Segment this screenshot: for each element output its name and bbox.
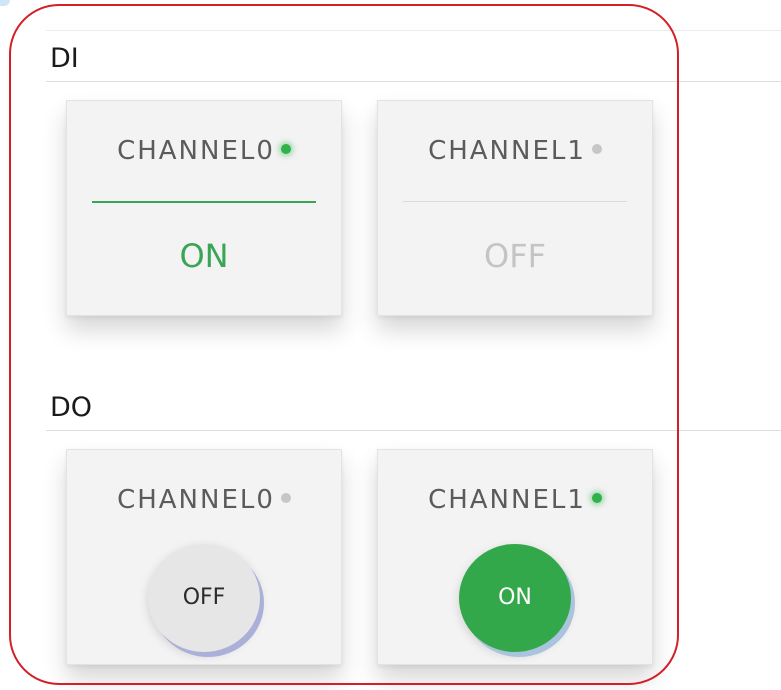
di-channel0-status: ON [179,237,229,275]
do-channel1-card: CHANNEL1 ON [377,449,653,665]
do-section-title: DO [50,392,93,423]
do-channel0-header: CHANNEL0 [67,484,341,516]
di-channel1-card: CHANNEL1 OFF [377,100,653,316]
corner-fragment [0,0,10,6]
do-channel1-indicator-icon [591,492,602,503]
di-divider [46,81,781,82]
do-channel0-card: CHANNEL0 OFF [66,449,342,665]
do-channel0-indicator-icon [280,492,291,503]
do-divider [46,430,781,431]
io-panel: DI CHANNEL0 ON CHANNEL1 OFF DO CHANNEL0 … [0,0,781,690]
do-channel1-label: CHANNEL1 [428,485,586,515]
di-channel0-header: CHANNEL0 [67,135,341,167]
di-channel0-indicator-icon [280,143,291,154]
do-channel1-toggle-button[interactable]: ON [459,544,571,652]
di-section-title: DI [50,43,79,74]
di-channel1-indicator-icon [591,143,602,154]
do-channel0-toggle-button[interactable]: OFF [148,544,260,652]
top-divider [46,30,781,31]
do-channel0-label: CHANNEL0 [117,485,275,515]
di-channel0-card: CHANNEL0 ON [66,100,342,316]
di-channel1-label: CHANNEL1 [428,136,586,166]
di-channel1-status: OFF [484,237,546,275]
di-channel0-label: CHANNEL0 [117,136,275,166]
di-channel1-divider [403,201,627,202]
di-channel1-header: CHANNEL1 [378,135,652,167]
di-channel0-divider [92,201,316,203]
do-channel1-header: CHANNEL1 [378,484,652,516]
